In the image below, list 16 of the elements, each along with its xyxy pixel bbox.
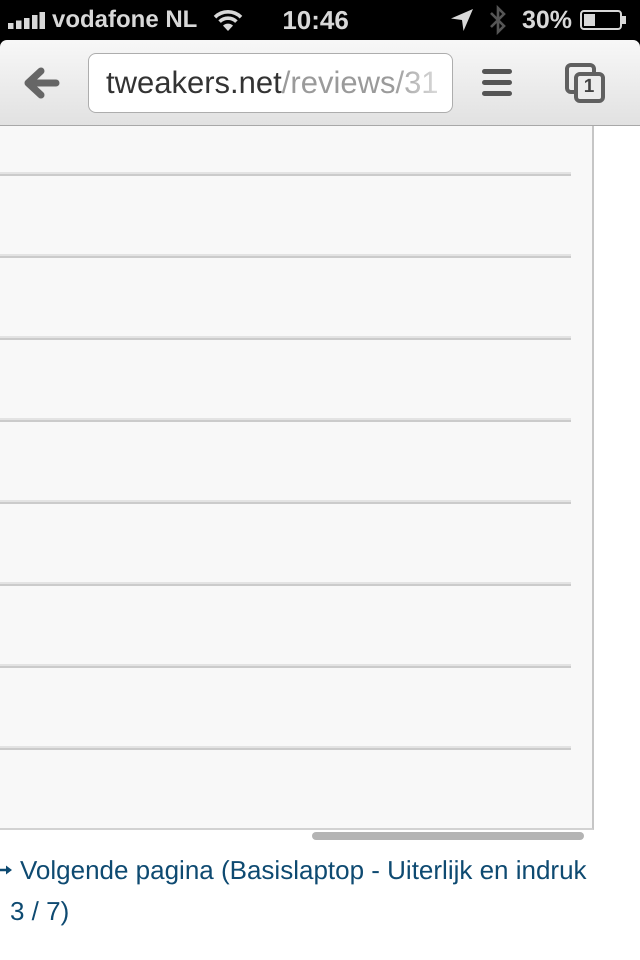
back-arrow-icon: [24, 66, 60, 98]
arrow-icon: [0, 864, 12, 876]
signal-bars-icon: [8, 12, 45, 28]
wifi-icon: [213, 9, 244, 31]
next-page-link[interactable]: Volgende pagina (Basislaptop - Uiterlijk en indruk 3 / 7): [0, 850, 588, 932]
tab-switcher-button[interactable]: 1: [565, 62, 605, 102]
battery-icon: [580, 10, 626, 30]
carrier-name: vodafone NL: [52, 6, 198, 34]
location-arrow-icon: [450, 9, 473, 31]
menu-icon: [482, 69, 512, 96]
url-field[interactable]: tweakers.net/reviews/31: [88, 52, 453, 112]
menu-button[interactable]: [482, 69, 512, 96]
status-time: 10:46: [282, 4, 349, 36]
stacked-squares-icon: [565, 62, 605, 102]
battery-percentage: 30%: [522, 6, 572, 34]
back-button[interactable]: [24, 66, 60, 98]
